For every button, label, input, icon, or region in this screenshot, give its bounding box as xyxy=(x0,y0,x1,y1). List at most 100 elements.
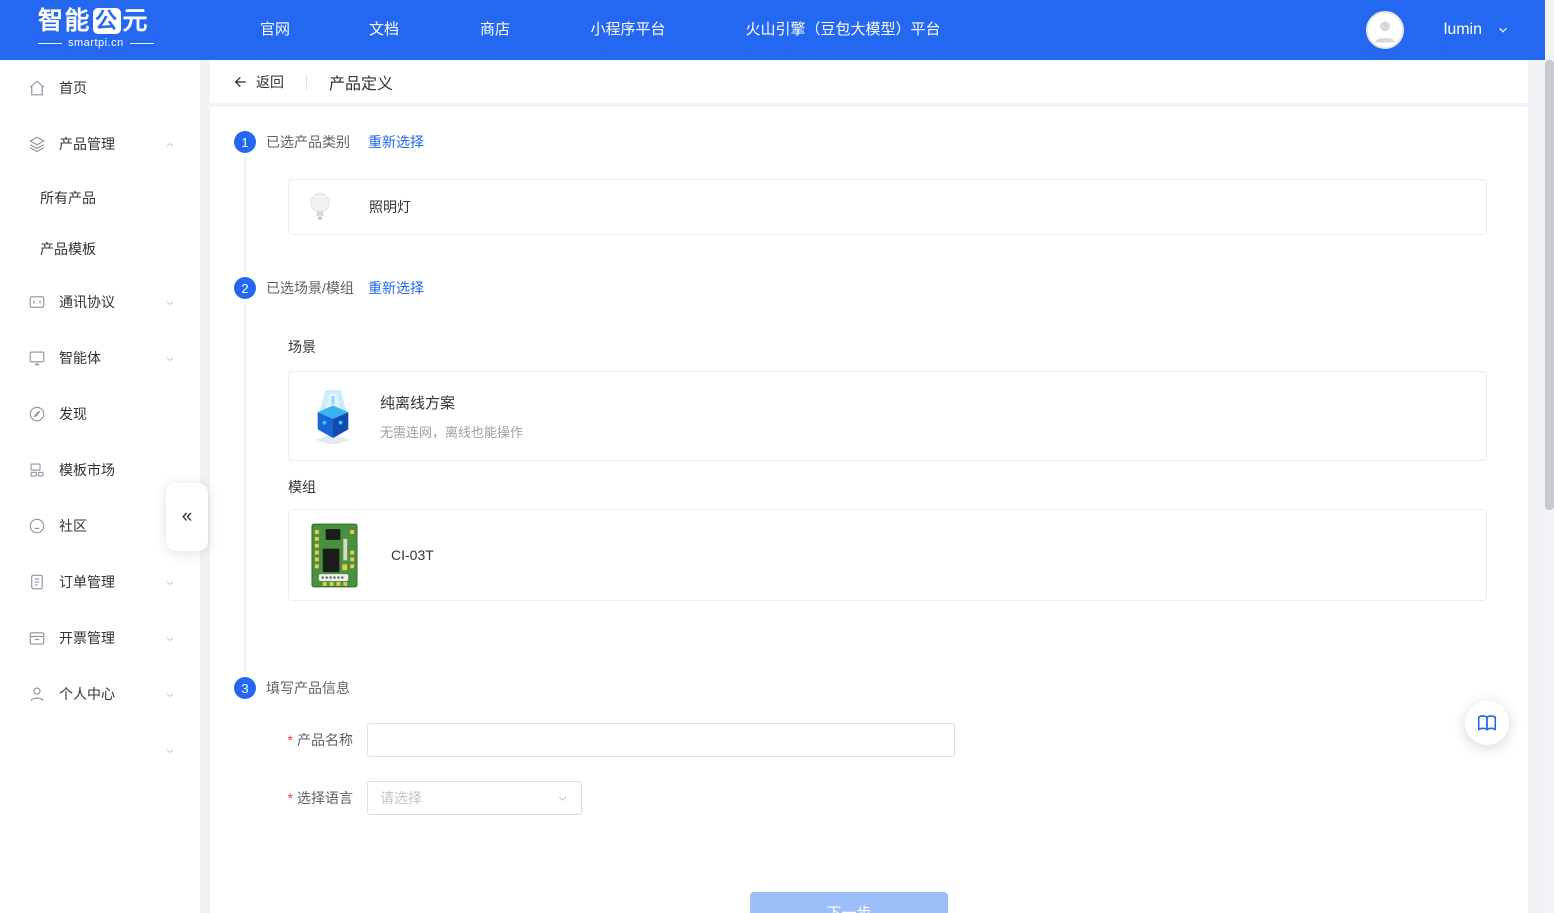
product-name-input[interactable] xyxy=(367,723,955,757)
sidebar-item-agent[interactable]: 智能体 xyxy=(0,330,200,386)
sidebar-item-label: 智能体 xyxy=(59,348,101,368)
language-select[interactable]: 请选择 xyxy=(367,781,582,815)
brand-logo-subtitle: smartpi.cn xyxy=(38,37,154,49)
sidebar-item-label: 订单管理 xyxy=(59,572,115,592)
arrow-left-icon xyxy=(233,74,249,90)
page-title: 产品定义 xyxy=(329,70,393,94)
required-asterisk: * xyxy=(288,732,293,748)
sidebar-item-label: 社区 xyxy=(59,516,87,536)
category-name: 照明灯 xyxy=(369,197,411,217)
help-doc-button[interactable] xyxy=(1465,701,1509,745)
sidebar-item-label: 个人中心 xyxy=(59,684,115,704)
back-button[interactable]: 返回 xyxy=(233,72,284,92)
person-outline-icon xyxy=(28,685,46,703)
logo-line-right xyxy=(130,43,154,44)
sidebar-item-label: 模板市场 xyxy=(59,460,115,480)
sidebar-collapse-button[interactable]: « xyxy=(166,483,208,551)
sidebar-item-personal-center[interactable]: 个人中心 xyxy=(0,666,200,722)
user-menu[interactable]: lumin xyxy=(1366,0,1510,60)
language-label: *选择语言 xyxy=(210,789,353,807)
logo-line-left xyxy=(38,43,62,44)
sidebar-item-label: 首页 xyxy=(59,78,87,98)
logo-prefix: 智能 xyxy=(38,7,91,35)
step-1-badge: 1 xyxy=(234,131,256,153)
chevron-down-icon[interactable] xyxy=(1496,23,1510,37)
chevron-down-icon xyxy=(164,744,176,756)
step-2-reselect-link[interactable]: 重新选择 xyxy=(368,277,424,299)
step-2-label: 已选场景/模组 xyxy=(266,277,354,299)
step-3-badge: 3 xyxy=(234,677,256,699)
nav-item-miniprogram-platform[interactable]: 小程序平台 xyxy=(590,0,665,60)
nav-item-official-site[interactable]: 官网 xyxy=(260,0,290,60)
top-navbar: 智能公元 smartpi.cn 官网 文档 商店 小程序平台 火山引擎（豆包大模… xyxy=(0,0,1554,60)
product-name-label: *产品名称 xyxy=(210,731,353,749)
brand-logo-text: 智能公元 xyxy=(38,7,154,35)
scene-title: 纯离线方案 xyxy=(380,392,523,413)
monitor-icon xyxy=(28,349,46,367)
document-icon xyxy=(28,573,46,591)
layers-icon xyxy=(28,135,46,153)
username-label: lumin xyxy=(1444,21,1482,39)
sidebar-item-home[interactable]: 首页 xyxy=(0,60,200,116)
protocol-icon xyxy=(28,293,46,311)
sidebar-item-communication-protocol[interactable]: 通讯协议 xyxy=(0,274,200,330)
scrollbar-thumb[interactable] xyxy=(1545,60,1554,510)
step-connector-1 xyxy=(244,157,246,273)
selected-scene-card: 纯离线方案 无需连网，离线也能操作 xyxy=(288,371,1487,461)
sidebar-item-order-management[interactable]: 订单管理 xyxy=(0,554,200,610)
chevron-down-icon[interactable] xyxy=(164,632,176,644)
compass-icon xyxy=(28,405,46,423)
sidebar-item-label: 所有产品 xyxy=(40,188,96,208)
sidebar-item-label: 产品管理 xyxy=(59,134,115,154)
sidebar-item-label: 产品模板 xyxy=(40,239,96,259)
sidebar-item-collapsed[interactable] xyxy=(0,722,200,778)
page-header: 返回 产品定义 xyxy=(210,60,1528,103)
module-name: CI-03T xyxy=(391,547,434,563)
step-3-label: 填写产品信息 xyxy=(266,677,350,699)
nav-item-docs[interactable]: 文档 xyxy=(369,0,399,60)
smiley-icon xyxy=(28,517,46,535)
scene-section-label: 场景 xyxy=(288,338,316,356)
sidebar-item-product-templates[interactable]: 产品模板 xyxy=(0,223,200,274)
sidebar-item-label: 通讯协议 xyxy=(59,292,115,312)
logo-suffix: 元 xyxy=(123,7,150,35)
home-icon xyxy=(28,79,46,97)
selected-module-card: CI-03T xyxy=(288,509,1487,601)
user-avatar[interactable] xyxy=(1366,11,1404,49)
sidebar-item-label: 发现 xyxy=(59,404,87,424)
scene-description: 无需连网，离线也能操作 xyxy=(380,422,523,441)
template-market-icon xyxy=(28,461,46,479)
sidebar-item-product-management[interactable]: 产品管理 xyxy=(0,116,200,172)
chevron-down-icon[interactable] xyxy=(164,296,176,308)
product-definition-panel: 1 已选产品类别 重新选择 照明灯 2 已选场景/模组 重新选择 场景 纯离线方… xyxy=(210,107,1528,913)
circuit-board-icon xyxy=(311,523,358,588)
step-1-reselect-link[interactable]: 重新选择 xyxy=(368,131,424,153)
sidebar-item-discover[interactable]: 发现 xyxy=(0,386,200,442)
nav-item-volcengine-platform[interactable]: 火山引擎（豆包大模型）平台 xyxy=(745,0,940,60)
select-placeholder: 请选择 xyxy=(380,788,556,808)
chevron-down-icon[interactable] xyxy=(164,576,176,588)
sidebar-item-all-products[interactable]: 所有产品 xyxy=(0,172,200,223)
step-1-label: 已选产品类别 xyxy=(266,131,350,153)
module-section-label: 模组 xyxy=(288,478,316,496)
logo-boxed-char: 公 xyxy=(93,8,121,34)
selected-category-card: 照明灯 xyxy=(288,179,1487,235)
sidebar-item-label: 开票管理 xyxy=(59,628,115,648)
chevron-up-icon[interactable] xyxy=(164,138,176,150)
required-asterisk: * xyxy=(288,790,293,806)
archive-box-icon xyxy=(28,629,46,647)
nav-item-store[interactable]: 商店 xyxy=(480,0,510,60)
chevron-down-icon[interactable] xyxy=(164,688,176,700)
step-connector-2 xyxy=(244,303,246,673)
header-divider xyxy=(306,74,307,90)
chevron-down-icon[interactable] xyxy=(164,352,176,364)
sidebar-item-invoice-management[interactable]: 开票管理 xyxy=(0,610,200,666)
person-icon xyxy=(1370,15,1400,45)
step-2-badge: 2 xyxy=(234,277,256,299)
open-book-icon xyxy=(1476,712,1498,734)
next-step-button[interactable]: 下一步 xyxy=(750,892,948,913)
scene-card-texts: 纯离线方案 无需连网，离线也能操作 xyxy=(380,392,523,441)
offline-cube-icon xyxy=(311,388,355,444)
brand-logo[interactable]: 智能公元 smartpi.cn xyxy=(38,7,154,49)
lightbulb-icon xyxy=(307,191,333,223)
